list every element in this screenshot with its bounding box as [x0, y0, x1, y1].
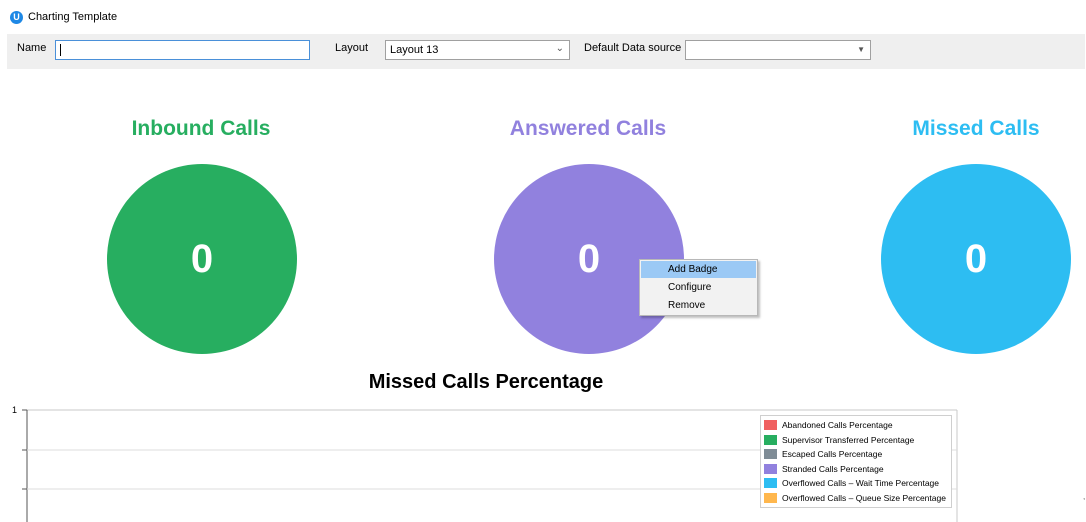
- context-menu: Add Badge Configure Remove: [639, 259, 758, 316]
- badge-value: 0: [577, 236, 601, 281]
- legend-swatch: [764, 420, 777, 431]
- legend-swatch: [764, 463, 777, 474]
- legend-item: Overflowed Calls – Queue Size Percentage: [764, 491, 948, 506]
- dropdown-arrow-icon[interactable]: ▼: [857, 45, 865, 54]
- badge-value: 0: [190, 236, 214, 281]
- legend-label: Abandoned Calls Percentage: [782, 420, 893, 430]
- menu-item-add-badge[interactable]: Add Badge: [641, 261, 756, 278]
- layout-dropdown[interactable]: Layout 13 ⌄: [385, 40, 570, 60]
- badge-value: 0: [964, 236, 988, 281]
- legend-item: Stranded Calls Percentage: [764, 462, 948, 477]
- menu-item-remove[interactable]: Remove: [641, 297, 756, 314]
- legend-item: Escaped Calls Percentage: [764, 447, 948, 462]
- chart-legend: Abandoned Calls Percentage Supervisor Tr…: [760, 415, 952, 508]
- title-bar: U Charting Template: [0, 0, 1086, 34]
- badge-inbound[interactable]: 0: [107, 164, 297, 354]
- legend-label: Supervisor Transferred Percentage: [782, 434, 915, 445]
- layout-selected-value: Layout 13: [390, 44, 439, 56]
- legend-label: Overflowed Calls – Queue Size Percentage: [782, 492, 946, 503]
- badge-missed[interactable]: 0: [881, 164, 1071, 354]
- layout-label: Layout: [335, 42, 369, 54]
- legend-swatch: [764, 492, 777, 503]
- legend-label: Overflowed Calls – Wait Time Percentage: [782, 478, 939, 488]
- menu-item-configure[interactable]: Configure: [641, 279, 756, 296]
- legend-label: Escaped Calls Percentage: [782, 449, 883, 459]
- name-input[interactable]: [55, 40, 310, 60]
- legend-swatch: [764, 434, 777, 445]
- window-title: Charting Template: [28, 11, 118, 23]
- badge-title-missed: Missed Calls: [912, 117, 1040, 140]
- chevron-down-icon[interactable]: ⌄: [556, 43, 564, 54]
- legend-swatch: [764, 449, 777, 460]
- text-caret: [60, 44, 61, 57]
- badge-title-inbound: Inbound Calls: [131, 117, 271, 140]
- legend-label: Stranded Calls Percentage: [782, 463, 884, 474]
- datasource-label: Default Data source: [584, 42, 682, 54]
- datasource-dropdown[interactable]: ▼: [685, 40, 871, 60]
- axis-stub-mark: ,: [1083, 492, 1085, 501]
- legend-item: Supervisor Transferred Percentage: [764, 433, 948, 448]
- chart-title: Missed Calls Percentage: [368, 371, 604, 393]
- name-label: Name: [17, 42, 47, 54]
- legend-item: Overflowed Calls – Wait Time Percentage: [764, 476, 948, 491]
- legend-swatch: [764, 478, 777, 489]
- settings-toolbar: Name Layout Layout 13 ⌄ Default Data sou…: [7, 34, 1085, 69]
- y-tick-label: 1: [12, 405, 17, 415]
- app-icon: U: [10, 11, 23, 24]
- badge-title-answered: Answered Calls: [509, 117, 667, 140]
- legend-item: Abandoned Calls Percentage: [764, 418, 948, 433]
